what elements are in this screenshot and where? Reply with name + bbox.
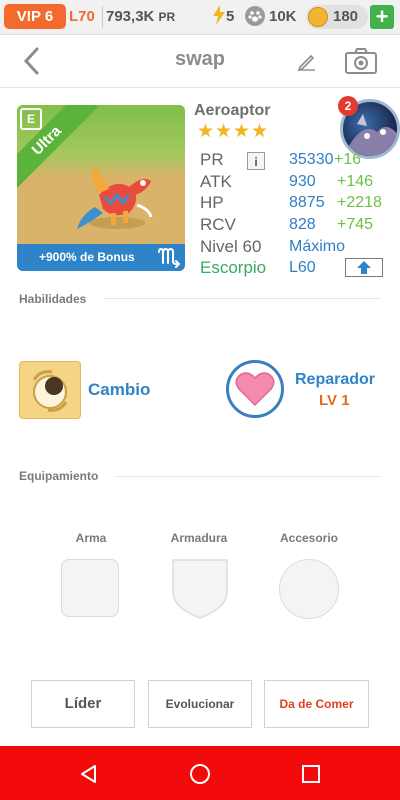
weapon-slot[interactable] xyxy=(61,559,119,617)
zodiac-level: L60 xyxy=(289,259,316,276)
upgrade-button[interactable] xyxy=(345,258,383,277)
notification-badge: 2 xyxy=(338,96,358,116)
creature-portrait[interactable]: Ultra E +900% de Bonus xyxy=(17,105,185,271)
stat-bonus: +745 xyxy=(337,216,374,233)
armor-slot[interactable] xyxy=(171,558,229,620)
stat-value: 35330 xyxy=(289,151,334,168)
nav-bar: swap xyxy=(0,35,400,88)
star-icon: ★ xyxy=(233,121,251,142)
star-icon: ★ xyxy=(215,121,233,142)
stat-label: ATK xyxy=(200,172,232,191)
evolve-button[interactable]: Evolucionar xyxy=(148,680,252,728)
status-bar: VIP 6 L70 793,3K PR 5 10K 180 + xyxy=(0,0,400,35)
stat-label: RCV xyxy=(200,215,236,234)
stat-value: 930 xyxy=(289,173,316,190)
skill-name-primary[interactable]: Cambio xyxy=(88,380,150,400)
skill-swap-icon[interactable] xyxy=(19,361,81,419)
stat-value: Máximo xyxy=(289,238,346,255)
star-icon: ★ xyxy=(197,121,215,142)
power-unit: PR xyxy=(158,10,176,24)
bonus-bar: +900% de Bonus xyxy=(17,244,185,271)
stat-label: PR xyxy=(200,150,224,169)
stat-label: Nivel 60 xyxy=(200,237,262,256)
divider xyxy=(103,298,381,299)
equipment-heading: Equipamiento xyxy=(19,469,99,483)
add-coins-button[interactable]: + xyxy=(370,5,394,29)
page-title: swap xyxy=(174,48,226,70)
energy-value: 5 xyxy=(226,8,235,25)
stat-label: HP xyxy=(200,193,224,212)
food-value: 10K xyxy=(269,8,297,25)
star-icon: ★ xyxy=(251,121,269,142)
paw-icon xyxy=(245,6,265,26)
power-total: 793,3K PR xyxy=(106,5,175,29)
divider xyxy=(116,476,381,477)
star-rating: ★★★★ xyxy=(197,122,269,142)
stat-value: 828 xyxy=(289,216,316,233)
creature-name: Aeroaptor xyxy=(194,102,271,119)
stat-bonus: +16 xyxy=(334,151,360,168)
stat-value: 8875 xyxy=(289,194,325,211)
zodiac-name: Escorpio xyxy=(200,258,267,277)
skill-heart-icon[interactable] xyxy=(226,360,284,418)
camera-icon[interactable] xyxy=(344,47,378,75)
food-counter[interactable]: 10K xyxy=(245,5,297,29)
equip-label-armor: Armadura xyxy=(170,531,228,545)
coin-counter[interactable]: 180 xyxy=(306,5,368,29)
bonus-text: +900% de Bonus xyxy=(39,250,135,264)
coin-value: 180 xyxy=(333,8,359,25)
power-total-value: 793,3K xyxy=(106,8,155,25)
skill-level: LV 1 xyxy=(319,392,350,409)
vip-badge[interactable]: VIP 6 xyxy=(4,4,66,29)
edit-pencil-icon[interactable] xyxy=(296,50,318,72)
recents-square-icon[interactable] xyxy=(301,764,321,784)
coin-icon xyxy=(308,7,328,27)
lightning-icon xyxy=(213,5,225,25)
skills-heading: Habilidades xyxy=(19,292,87,306)
stat-bonus: +2218 xyxy=(337,194,382,211)
player-level: L70 xyxy=(69,8,95,25)
energy-counter[interactable]: 5 xyxy=(212,5,234,29)
info-icon[interactable]: i xyxy=(247,152,265,170)
leader-button[interactable]: Líder xyxy=(31,680,135,728)
stat-bonus: +146 xyxy=(337,173,374,190)
home-circle-icon[interactable] xyxy=(189,763,211,785)
skill-name-secondary[interactable]: Reparador xyxy=(295,371,375,389)
equip-label-weapon: Arma xyxy=(75,531,107,545)
equip-label-accessory: Accesorio xyxy=(279,531,339,545)
back-triangle-icon[interactable] xyxy=(79,764,99,784)
feed-button[interactable]: Da de Comer xyxy=(264,680,369,728)
up-arrow-icon xyxy=(357,261,371,274)
system-nav-bar xyxy=(0,746,400,800)
accessory-slot[interactable] xyxy=(279,559,339,619)
scorpio-sign-icon xyxy=(158,247,181,268)
element-badge: E xyxy=(20,108,42,130)
divider xyxy=(102,6,103,28)
